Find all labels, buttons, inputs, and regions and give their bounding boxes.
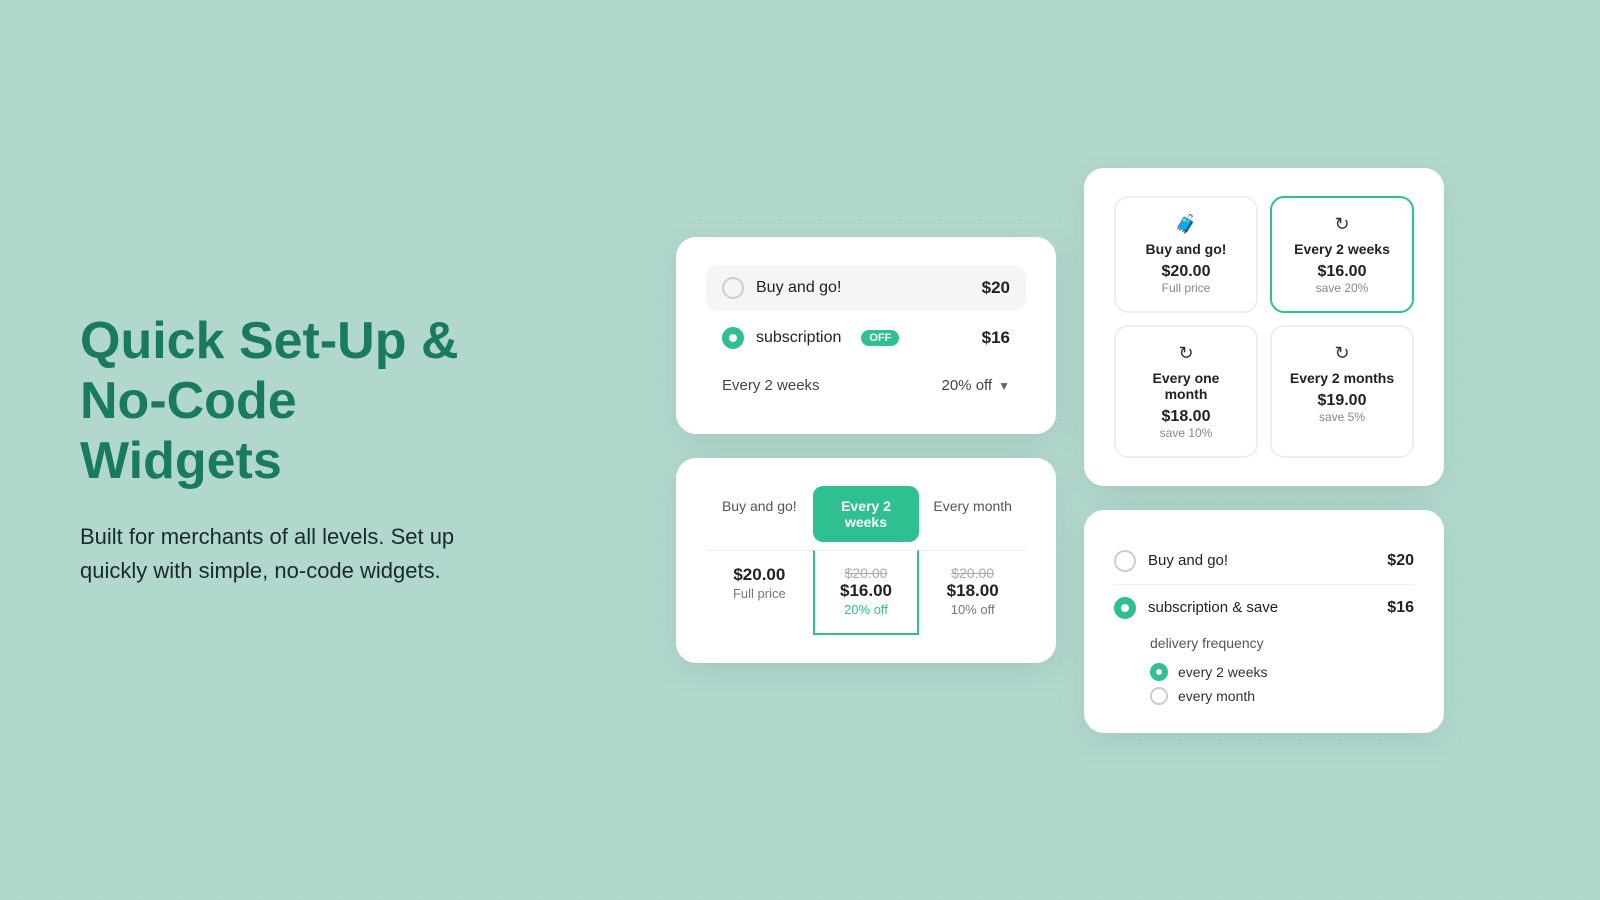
- sync-icon-2weeks: ↻: [1288, 214, 1396, 235]
- grid-title-2weeks: Every 2 weeks: [1288, 241, 1396, 257]
- mini-radio-2weeks: [1150, 663, 1168, 681]
- table-cell-2weeks: $20.00 $16.00 20% off: [813, 550, 920, 635]
- exp-radio-unselected: [1114, 550, 1136, 572]
- price-original-2weeks: $20.00: [823, 565, 910, 581]
- widget-table: Buy and go! Every 2 weeks Every month $2…: [676, 458, 1056, 663]
- price-month: $18.00: [927, 581, 1018, 601]
- frequency-label: Every 2 weeks: [722, 377, 820, 394]
- widget-radio: Buy and go! $20 subscription OFF $16 Eve…: [676, 237, 1056, 434]
- grid-price-buy: $20.00: [1132, 263, 1240, 281]
- price-original-month: $20.00: [927, 565, 1018, 581]
- subscription-price: $16: [982, 328, 1010, 348]
- left-section: Quick Set-Up & No-Code Widgets Built for…: [0, 252, 520, 648]
- toggle-badge: OFF: [861, 330, 899, 346]
- buy-and-go-row[interactable]: Buy and go! $20: [706, 265, 1026, 311]
- grid-title-2months: Every 2 months: [1288, 370, 1396, 386]
- mini-radio-month: [1150, 687, 1168, 705]
- widget-column-1: Buy and go! $20 subscription OFF $16 Eve…: [676, 237, 1056, 663]
- sync-icon-1month: ↻: [1132, 343, 1240, 364]
- price-2weeks: $16.00: [823, 581, 910, 601]
- sync-icon-2months: ↻: [1288, 343, 1396, 364]
- grid-item-buy[interactable]: 🧳 Buy and go! $20.00 Full price: [1114, 196, 1258, 313]
- exp-row-buy[interactable]: Buy and go! $20: [1114, 538, 1414, 584]
- exp-label-sub: subscription & save: [1148, 599, 1278, 616]
- exp-option-month-label: every month: [1178, 688, 1255, 704]
- widget-expanded: Buy and go! $20 subscription & save $16 …: [1084, 510, 1444, 733]
- grid-note-2weeks: save 20%: [1288, 281, 1396, 295]
- frequency-row[interactable]: Every 2 weeks 20% off ▼: [706, 365, 1026, 406]
- table-cell-buy: $20.00 Full price: [706, 550, 813, 635]
- grid-title-1month: Every one month: [1132, 370, 1240, 402]
- subtitle: Built for merchants of all levels. Set u…: [80, 520, 460, 588]
- table-header: Buy and go! Every 2 weeks Every month: [706, 486, 1026, 542]
- col-header-2weeks[interactable]: Every 2 weeks: [813, 486, 920, 542]
- chevron-down-icon: ▼: [998, 379, 1010, 393]
- grid-price-2months: $19.00: [1288, 392, 1396, 410]
- radio-left-1: Buy and go!: [722, 277, 841, 299]
- col-header-month[interactable]: Every month: [919, 486, 1026, 542]
- radio-circle-unselected: [722, 277, 744, 299]
- exp-option-2weeks-label: every 2 weeks: [1178, 664, 1267, 680]
- widget-grid: 🧳 Buy and go! $20.00 Full price ↻ Every …: [1084, 168, 1444, 486]
- exp-price-buy: $20: [1387, 552, 1414, 570]
- subscription-row[interactable]: subscription OFF $16: [706, 315, 1026, 361]
- grid-note-buy: Full price: [1132, 281, 1240, 295]
- col-header-buy[interactable]: Buy and go!: [706, 486, 813, 542]
- exp-row-sub[interactable]: subscription & save $16: [1114, 584, 1414, 631]
- exp-option-2weeks[interactable]: every 2 weeks: [1150, 663, 1414, 681]
- right-section: Buy and go! $20 subscription OFF $16 Eve…: [520, 148, 1600, 753]
- main-title: Quick Set-Up & No-Code Widgets: [80, 312, 460, 491]
- grid-price-1month: $18.00: [1132, 408, 1240, 426]
- note-buy: Full price: [733, 586, 786, 601]
- exp-options: every 2 weeks every month: [1150, 659, 1414, 705]
- grid-item-1month[interactable]: ↻ Every one month $18.00 save 10%: [1114, 325, 1258, 458]
- price-buy: $20.00: [714, 565, 805, 585]
- note-2weeks: 20% off: [844, 602, 888, 617]
- bag-icon: 🧳: [1132, 214, 1240, 235]
- page-container: Quick Set-Up & No-Code Widgets Built for…: [0, 0, 1600, 900]
- widget-column-2: 🧳 Buy and go! $20.00 Full price ↻ Every …: [1084, 168, 1444, 733]
- grid-item-2weeks[interactable]: ↻ Every 2 weeks $16.00 save 20%: [1270, 196, 1414, 313]
- radio-circle-selected: [722, 327, 744, 349]
- grid-price-2weeks: $16.00: [1288, 263, 1396, 281]
- discount-label: 20% off: [942, 377, 993, 394]
- exp-radio-selected: [1114, 597, 1136, 619]
- table-body: $20.00 Full price $20.00 $16.00 20% off …: [706, 550, 1026, 635]
- subscription-label: subscription: [756, 329, 841, 347]
- grid-title-buy: Buy and go!: [1132, 241, 1240, 257]
- grid-container: 🧳 Buy and go! $20.00 Full price ↻ Every …: [1114, 196, 1414, 458]
- buy-and-go-price: $20: [982, 278, 1010, 298]
- exp-price-sub: $16: [1387, 599, 1414, 617]
- discount-badge: 20% off ▼: [942, 377, 1011, 394]
- grid-item-2months[interactable]: ↻ Every 2 months $19.00 save 5%: [1270, 325, 1414, 458]
- exp-label-buy: Buy and go!: [1148, 552, 1228, 569]
- exp-sub-label: delivery frequency: [1150, 635, 1414, 651]
- buy-and-go-label: Buy and go!: [756, 279, 841, 297]
- grid-note-1month: save 10%: [1132, 426, 1240, 440]
- table-cell-month: $20.00 $18.00 10% off: [919, 550, 1026, 635]
- exp-radio-left-1: Buy and go!: [1114, 550, 1228, 572]
- exp-radio-left-2: subscription & save: [1114, 597, 1278, 619]
- grid-note-2months: save 5%: [1288, 410, 1396, 424]
- note-month: 10% off: [951, 602, 995, 617]
- exp-option-month[interactable]: every month: [1150, 687, 1414, 705]
- exp-sub-section: delivery frequency every 2 weeks every m…: [1114, 631, 1414, 705]
- radio-left-2: subscription OFF: [722, 327, 899, 349]
